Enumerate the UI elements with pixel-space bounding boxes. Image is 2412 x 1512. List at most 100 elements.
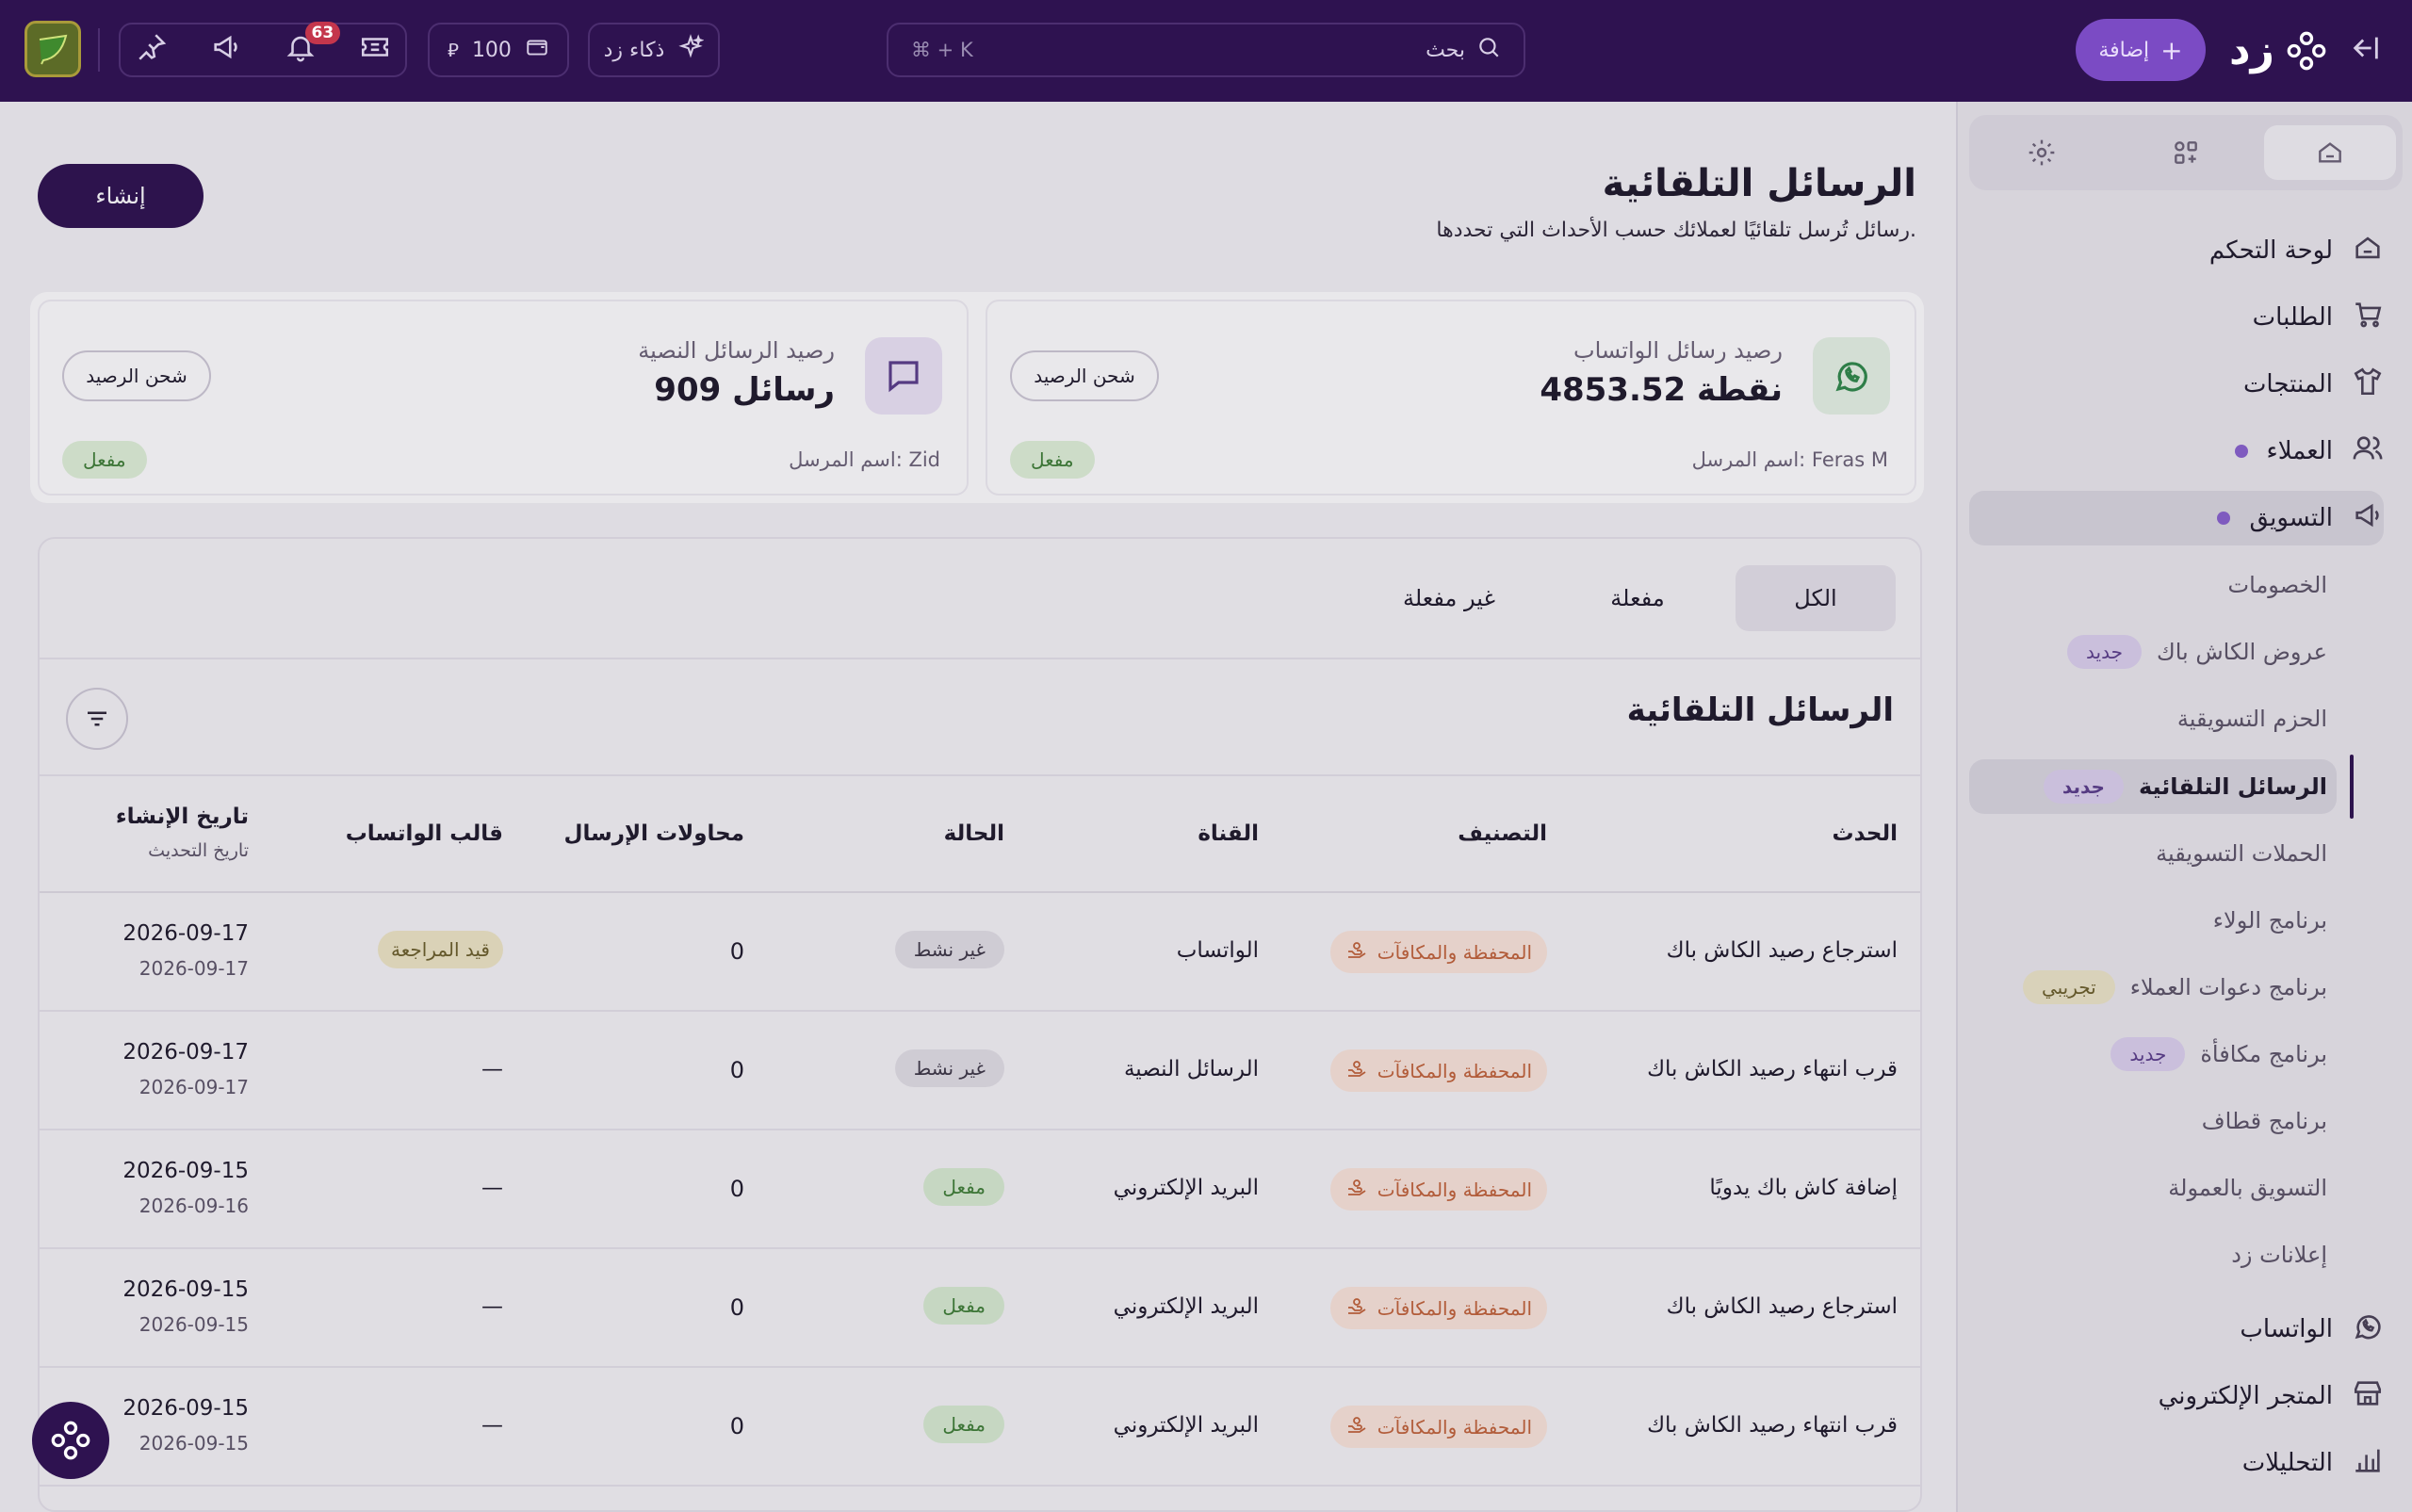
sidebar-sub-discounts[interactable]: الخصومات — [2228, 559, 2327, 611]
sidebar-sub-label: إعلانات زد — [2231, 1242, 2327, 1268]
sidebar-sub-label: برنامج دعوات العملاء — [2129, 974, 2327, 1000]
sms-balance-value: 909 رسائل — [654, 371, 835, 409]
event-cell: قرب انتهاء رصيد الكاش باك — [1647, 1057, 1898, 1081]
table-header: الحدث التصنيف القناة الحالة محاولات الإر… — [40, 774, 1920, 893]
cart-icon — [2352, 299, 2384, 337]
search-input[interactable]: ⌘ + K بحث — [887, 23, 1525, 77]
whatsapp-balance-value: 4853.52 نقطة — [1540, 371, 1783, 409]
table-row[interactable]: قرب انتهاء رصيد الكاش باك المحفظة والمكاف… — [40, 1370, 1920, 1487]
table-row[interactable]: قرب انتهاء رصيد الكاش باك المحفظة والمكاف… — [40, 1014, 1920, 1130]
tab-active[interactable]: مفعلة — [1562, 565, 1713, 631]
zid-logo-text: زد — [2229, 26, 2274, 74]
apps-icon — [2175, 141, 2197, 164]
pin-icon[interactable] — [136, 31, 168, 69]
sms-icon-box — [865, 337, 942, 415]
zid-ai-button[interactable]: ذكاء زد — [588, 23, 720, 77]
auto-messages-table: الكل مفعلة غير مفعلة الرسائل التلقائية ا… — [38, 537, 1922, 1512]
whatsapp-charge-button[interactable]: شحن الرصيد — [1010, 350, 1159, 401]
status-badge: غير نشط — [894, 1049, 1004, 1087]
category-badge: المحفظة والمكافآت — [1329, 1168, 1547, 1211]
wallet-icon — [525, 35, 549, 65]
help-button[interactable] — [32, 1402, 109, 1479]
table-title: الرسائل التلقائية — [1626, 691, 1894, 729]
sidebar-sub-campaigns[interactable]: الحملات التسويقية — [2156, 827, 2327, 880]
sidebar-sub-referral[interactable]: تجريبي برنامج دعوات العملاء — [2022, 961, 2327, 1014]
users-icon — [2352, 432, 2384, 471]
tab-inactive[interactable]: غير مفعلة — [1355, 565, 1543, 631]
wallet-gift-icon — [1345, 1057, 1368, 1084]
collapse-sidebar-icon[interactable] — [2350, 32, 2382, 64]
event-cell: إضافة كاش باك يدويًا — [1709, 1176, 1898, 1200]
new-badge: جديد — [2067, 635, 2142, 669]
wallet-balance[interactable]: ⃁ 100 — [428, 23, 569, 77]
header-status: الحالة — [943, 821, 1004, 846]
sidebar-sub-reward[interactable]: جديد برنامج مكافأة — [2110, 1028, 2327, 1081]
updated-date: 2026-09-17 — [139, 957, 249, 980]
tab-home[interactable] — [2264, 125, 2397, 180]
sidebar-item-whatsapp[interactable]: الواتساب — [2240, 1301, 2384, 1358]
category-label: المحفظة والمكافآت — [1377, 1415, 1532, 1439]
sidebar-item-marketing[interactable]: التسويق — [2217, 490, 2384, 546]
sidebar-sub-zid-ads[interactable]: إعلانات زد — [2231, 1228, 2327, 1281]
sidebar-sub-label: برنامج مكافأة — [2200, 1041, 2327, 1067]
updated-date: 2026-09-15 — [139, 1432, 249, 1455]
table-row[interactable]: استرجاع رصيد الكاش باك المحفظة والمكافآت ا… — [40, 1251, 1920, 1368]
chat-icon — [888, 361, 919, 393]
category-badge: المحفظة والمكافآت — [1329, 931, 1547, 973]
sidebar-sub-auto-messages[interactable]: جديد الرسائل التلقائية — [2043, 760, 2327, 813]
sidebar-sub-qitaf[interactable]: برنامج قطاف — [2202, 1095, 2327, 1147]
sidebar-item-label: لوحة التحكم — [2208, 236, 2333, 265]
status-badge: غير نشط — [894, 931, 1004, 968]
attempts-cell: 0 — [729, 1176, 744, 1202]
filter-button[interactable] — [66, 688, 128, 750]
sidebar-item-dashboard[interactable]: لوحة التحكم — [2209, 222, 2384, 279]
sidebar-sub-label: عروض الكاش باك — [2156, 639, 2327, 665]
create-button[interactable]: إنشاء — [38, 164, 204, 228]
header-template: قالب الواتساب — [345, 821, 503, 846]
wallet-gift-icon — [1345, 1413, 1368, 1440]
trial-badge: تجريبي — [2022, 970, 2115, 1004]
whatsapp-icon — [1835, 362, 1867, 392]
add-button[interactable]: إضافة + — [2076, 19, 2206, 81]
header-updated: تاريخ التحديث — [148, 840, 249, 861]
sidebar-sub-loyalty[interactable]: برنامج الولاء — [2213, 894, 2327, 947]
table-row[interactable]: إضافة كاش باك يدويًا المحفظة والمكافآت الب… — [40, 1132, 1920, 1249]
tab-all[interactable]: الكل — [1736, 565, 1896, 631]
template-cell: — — [481, 1057, 503, 1081]
channel-cell: البريد الإلكتروني — [1113, 1413, 1259, 1438]
ticket-icon[interactable] — [359, 31, 391, 69]
sidebar-item-label: المنتجات — [2242, 370, 2333, 398]
bell-icon[interactable]: 63 — [285, 22, 341, 69]
sparkle-icon — [677, 34, 705, 66]
sidebar-item-products[interactable]: المنتجات — [2243, 356, 2384, 413]
sms-charge-button[interactable]: شحن الرصيد — [62, 350, 211, 401]
store-logo[interactable] — [24, 21, 81, 77]
wallet-balance-value: 100 — [471, 38, 512, 62]
page-subtitle: رسائل تُرسل تلقائيًا لعملائك حسب الأحداث… — [1436, 219, 1916, 242]
template-status-badge: قيد المراجعة — [378, 931, 503, 968]
sms-sender-name: اسم المرسل: Zid — [789, 448, 940, 471]
header-created: تاريخ الإنشاء — [115, 805, 249, 829]
sidebar-sub-label: الحملات التسويقية — [2156, 840, 2327, 867]
home-icon — [2352, 232, 2384, 270]
megaphone-icon[interactable] — [210, 31, 242, 69]
sidebar-sub-bundles[interactable]: الحزم التسويقية — [2177, 692, 2327, 745]
sidebar-item-online-store[interactable]: المتجر الإلكتروني — [2159, 1368, 2384, 1424]
balance-cards: رصيد رسائل الواتساب 4853.52 نقطة اسم الم… — [30, 292, 1924, 503]
header-event: الحدث — [1832, 821, 1899, 846]
category-badge: المحفظة والمكافآت — [1329, 1406, 1547, 1448]
tab-settings[interactable] — [1976, 125, 2108, 180]
category-label: المحفظة والمكافآت — [1377, 1178, 1532, 1201]
created-date: 2026-09-15 — [122, 1159, 249, 1183]
sidebar-sub-affiliate[interactable]: التسويق بالعمولة — [2168, 1162, 2327, 1214]
channel-cell: البريد الإلكتروني — [1113, 1176, 1259, 1200]
whatsapp-icon — [2352, 1310, 2384, 1349]
sidebar-sub-cashback[interactable]: جديد عروض الكاش باك — [2067, 626, 2327, 678]
whatsapp-balance-label: رصيد رسائل الواتساب — [1573, 337, 1783, 364]
tab-apps[interactable] — [2120, 125, 2252, 180]
top-bar: 63 ⃁ 100 ذكاء زد ⌘ + K بحث إضافة + زد — [0, 0, 2412, 102]
table-row[interactable]: استرجاع رصيد الكاش باك المحفظة والمكافآت ا… — [40, 895, 1920, 1012]
sidebar-item-analytics[interactable]: التحليلات — [2242, 1435, 2384, 1491]
sidebar-item-orders[interactable]: الطلبات — [2253, 289, 2384, 346]
sidebar-item-customers[interactable]: العملاء — [2234, 423, 2384, 480]
